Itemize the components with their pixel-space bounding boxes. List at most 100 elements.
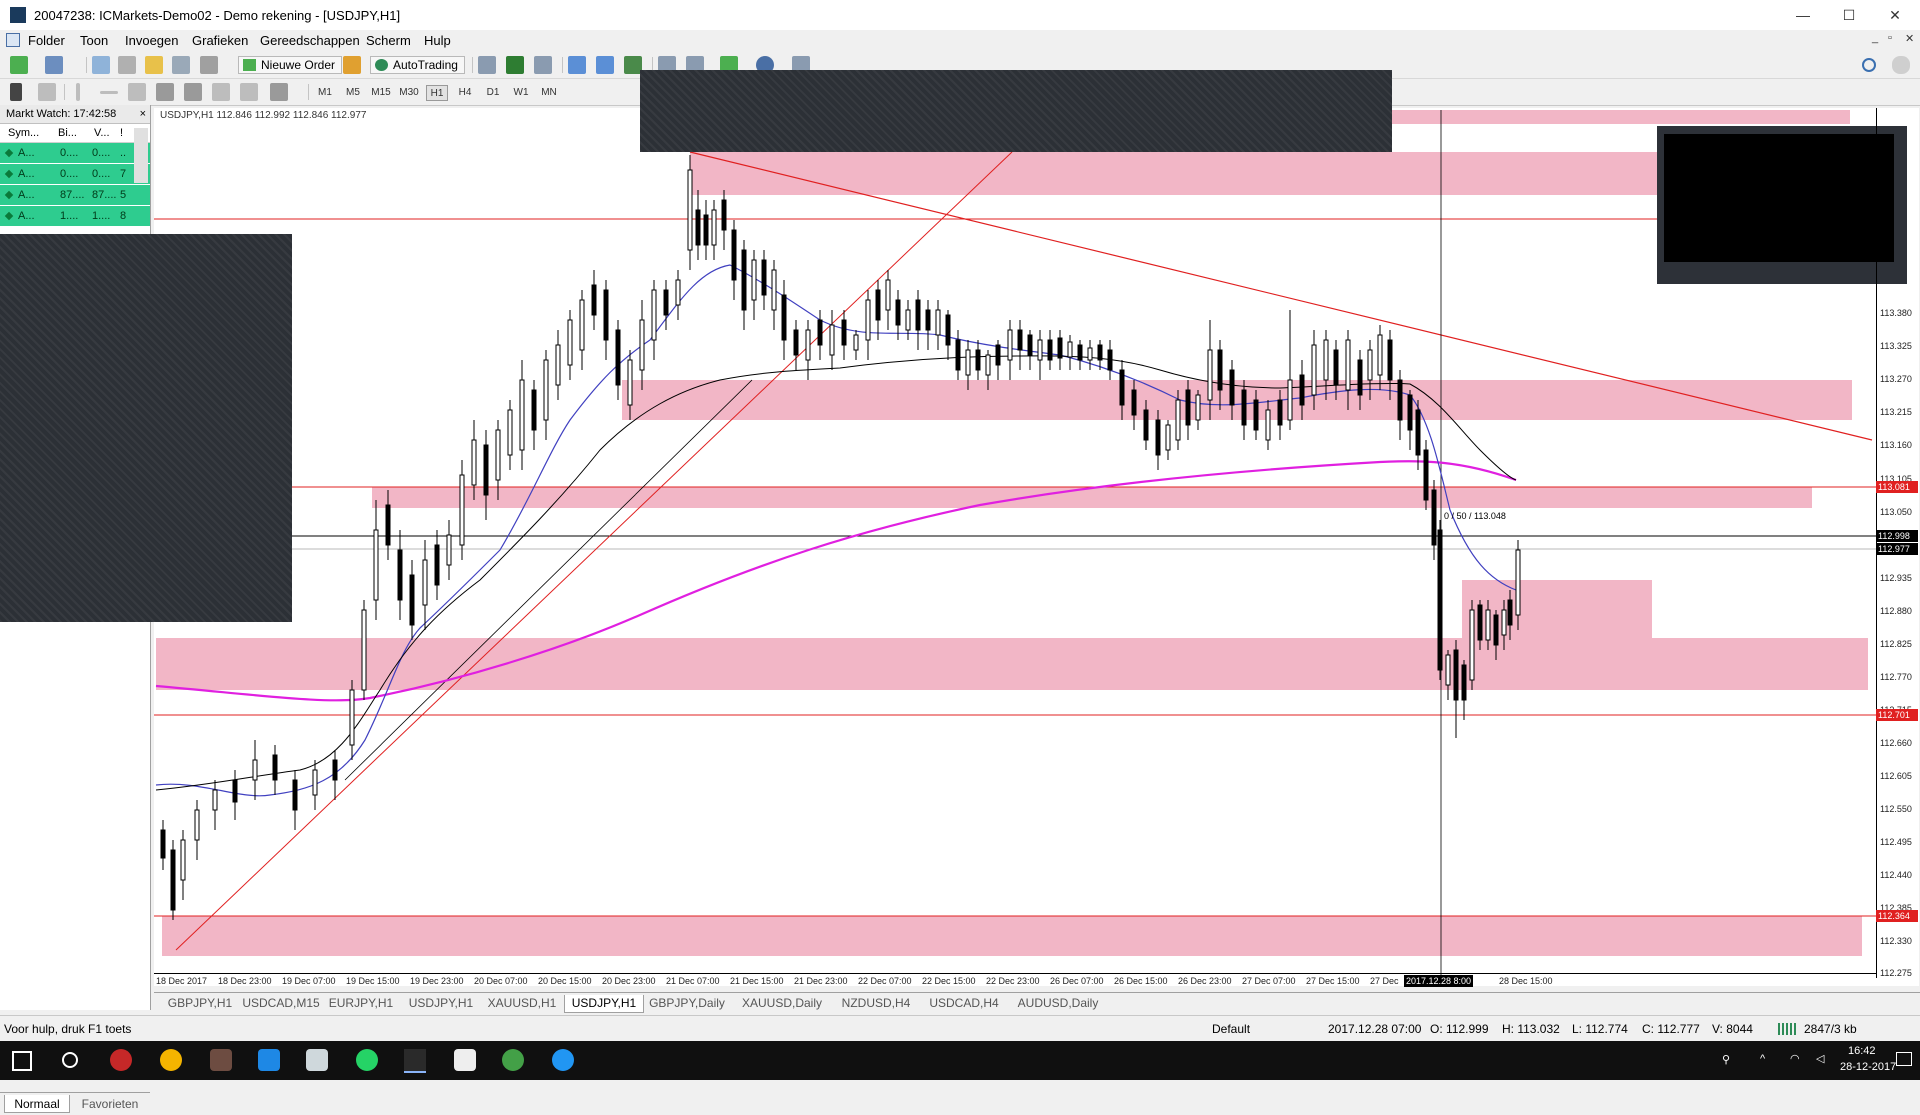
- tab-usdcad-h4[interactable]: USDCAD,H4: [922, 995, 1006, 1011]
- tab-usdcad-m15[interactable]: USDCAD,M15: [242, 995, 320, 1011]
- metatrader-icon[interactable]: [404, 1049, 426, 1073]
- window-title: 20047238: ICMarkets-Demo02 - Demo rekeni…: [34, 8, 401, 23]
- candlesticks-icon[interactable]: [506, 56, 524, 74]
- timeframe-mn[interactable]: MN: [538, 85, 560, 101]
- timeframe-m1[interactable]: M1: [314, 85, 336, 101]
- close-button[interactable]: ✕: [1872, 0, 1918, 30]
- menu-scherm[interactable]: Scherm: [366, 33, 411, 48]
- store-icon[interactable]: [306, 1049, 328, 1071]
- equidistant-channel-icon[interactable]: [156, 83, 174, 101]
- data-window-icon[interactable]: [118, 56, 136, 74]
- whatsapp-icon[interactable]: [356, 1049, 378, 1071]
- menu-grafieken[interactable]: Grafieken: [192, 33, 248, 48]
- crosshair-icon[interactable]: [38, 83, 56, 101]
- app-icon-brown[interactable]: [210, 1049, 232, 1071]
- line-chart-icon[interactable]: [534, 56, 552, 74]
- timeframe-m15[interactable]: M15: [370, 85, 392, 101]
- strategy-tester-icon[interactable]: [200, 56, 218, 74]
- market-watch-close-button[interactable]: ×: [140, 105, 146, 123]
- column-bid[interactable]: Bi...: [58, 124, 77, 142]
- market-watch-row[interactable]: A... 0.... 0.... 7: [0, 164, 150, 185]
- status-bar: Voor hulp, druk F1 toets Default 2017.12…: [0, 1015, 1920, 1042]
- search-taskbar-icon[interactable]: [62, 1052, 78, 1068]
- zoom-out-icon[interactable]: [596, 56, 614, 74]
- menu-invoegen[interactable]: Invoegen: [125, 33, 179, 48]
- vertical-line-icon[interactable]: [76, 83, 80, 101]
- trendline-channel[interactable]: [344, 379, 753, 781]
- column-ask[interactable]: V...: [94, 124, 110, 142]
- minimize-button[interactable]: —: [1780, 0, 1826, 30]
- zoom-in-icon[interactable]: [568, 56, 586, 74]
- menu-hulp[interactable]: Hulp: [424, 33, 451, 48]
- timeframe-w1[interactable]: W1: [510, 85, 532, 101]
- text-label-icon[interactable]: [240, 83, 258, 101]
- mdi-close-button[interactable]: ✕: [1905, 32, 1914, 45]
- tab-usdjpy-h1[interactable]: USDJPY,H1: [402, 995, 480, 1011]
- chart-window-icon[interactable]: [6, 33, 20, 47]
- tab-usdjpy-h1-active[interactable]: USDJPY,H1: [564, 995, 644, 1013]
- app-icon-green[interactable]: [502, 1049, 524, 1071]
- tray-wifi-icon[interactable]: ◠: [1790, 1052, 1800, 1065]
- power-app-icon[interactable]: [110, 1049, 132, 1071]
- cursor-icon[interactable]: [10, 83, 22, 101]
- fibonacci-icon[interactable]: [184, 83, 202, 101]
- search-icon[interactable]: [1862, 58, 1876, 72]
- price-label: 112.495: [1880, 837, 1912, 847]
- trendline-icon[interactable]: [128, 83, 146, 101]
- timeframe-h4[interactable]: H4: [454, 85, 476, 101]
- market-watch-icon[interactable]: [92, 56, 110, 74]
- market-watch-row[interactable]: A... 87.... 87.... 5: [0, 185, 150, 206]
- profiles-icon[interactable]: [45, 56, 63, 74]
- navigator-icon[interactable]: [145, 56, 163, 74]
- menu-folder[interactable]: Folder: [28, 33, 65, 48]
- timeframe-h1[interactable]: H1: [426, 85, 448, 101]
- taskbar-date[interactable]: 28-12-2017: [1840, 1061, 1896, 1073]
- mdi-minimize-button[interactable]: _: [1872, 32, 1878, 44]
- mdi-restore-button[interactable]: ▫: [1888, 32, 1892, 44]
- taskbar-time[interactable]: 16:42: [1848, 1045, 1876, 1057]
- chrome-icon[interactable]: [160, 1049, 182, 1071]
- metaeditor-icon[interactable]: [343, 56, 361, 74]
- tray-people-icon[interactable]: ⚲: [1722, 1053, 1730, 1066]
- notifications-icon[interactable]: [1896, 1052, 1912, 1066]
- timeframe-m30[interactable]: M30: [398, 85, 420, 101]
- tray-chevron-up-icon[interactable]: ^: [1760, 1053, 1765, 1065]
- new-chart-icon[interactable]: [10, 56, 28, 74]
- column-symbol[interactable]: Sym...: [8, 124, 39, 142]
- new-order-button[interactable]: Nieuwe Order: [238, 56, 343, 74]
- start-icon[interactable]: [12, 1051, 32, 1071]
- horizontal-line-icon[interactable]: [100, 91, 118, 94]
- tab-xauusd-daily[interactable]: XAUUSD,Daily: [734, 995, 830, 1011]
- text-icon[interactable]: [212, 83, 230, 101]
- tray-volume-icon[interactable]: ◁: [1816, 1052, 1824, 1065]
- app-icon: [10, 7, 26, 23]
- market-watch-row[interactable]: A... 1.... 1.... 8: [0, 206, 150, 227]
- maximize-button[interactable]: ☐: [1826, 0, 1872, 30]
- chat-icon[interactable]: [1892, 56, 1910, 74]
- column-extra[interactable]: !: [120, 124, 123, 142]
- tab-favorieten[interactable]: Favorieten: [74, 1095, 146, 1113]
- timeframe-m5[interactable]: M5: [342, 85, 364, 101]
- app-icon-blue[interactable]: [258, 1049, 280, 1071]
- chart-area[interactable]: 0 / 50 / 113.048 113.380 113.325 113.270…: [154, 108, 1919, 987]
- autotrading-button[interactable]: AutoTrading: [370, 56, 465, 74]
- menu-toon[interactable]: Toon: [80, 33, 108, 48]
- market-watch-row[interactable]: A... 0.... 0.... ..: [0, 143, 150, 164]
- tab-nzdusd-h4[interactable]: NZDUSD,H4: [834, 995, 918, 1011]
- tab-audusd-daily[interactable]: AUDUSD,Daily: [1010, 995, 1106, 1011]
- tab-gbpjpy-daily[interactable]: GBPJPY,Daily: [644, 995, 730, 1011]
- tab-gbpjpy-h1[interactable]: GBPJPY,H1: [160, 995, 240, 1011]
- market-watch-scrollbar[interactable]: [134, 128, 148, 183]
- arrows-icon[interactable]: [270, 83, 288, 101]
- timeframe-d1[interactable]: D1: [482, 85, 504, 101]
- mail-icon[interactable]: [454, 1049, 476, 1071]
- menu-gereedschappen[interactable]: Gereedschappen: [260, 33, 360, 48]
- bar-chart-icon[interactable]: [478, 56, 496, 74]
- tab-eurjpy-h1[interactable]: EURJPY,H1: [322, 995, 400, 1011]
- time-label: 27 Dec 07:00: [1242, 976, 1296, 986]
- tab-xauusd-h1[interactable]: XAUUSD,H1: [482, 995, 562, 1011]
- zoom-app-icon[interactable]: [552, 1049, 574, 1071]
- tab-normaal[interactable]: Normaal: [4, 1095, 70, 1113]
- terminal-icon[interactable]: [172, 56, 190, 74]
- title-bar: 20047238: ICMarkets-Demo02 - Demo rekeni…: [0, 0, 1920, 31]
